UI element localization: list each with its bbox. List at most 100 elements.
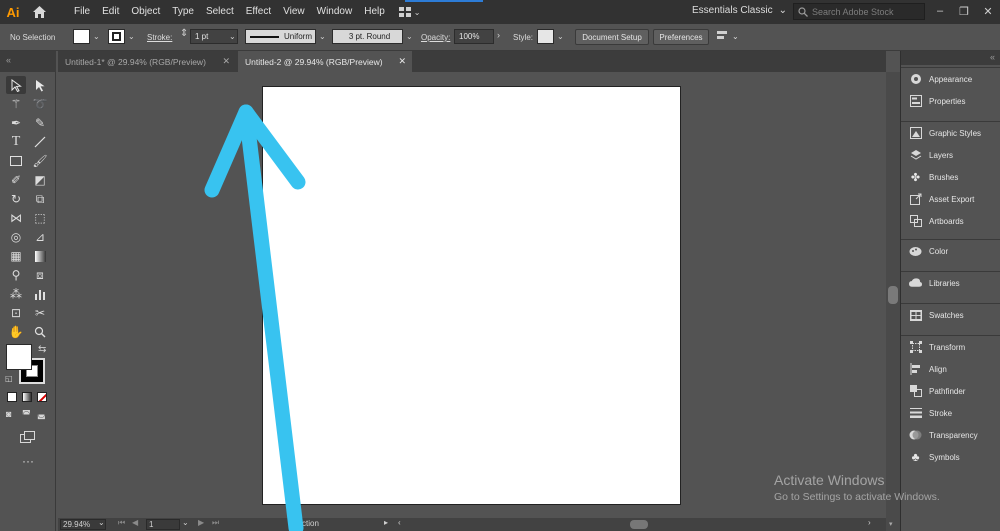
draw-inside-icon[interactable]: ◛ (37, 409, 46, 420)
home-icon[interactable] (26, 0, 52, 24)
fill-color-front[interactable] (6, 344, 32, 370)
maximize-button[interactable]: ❐ (952, 0, 976, 22)
menu-view[interactable]: View (277, 0, 311, 24)
panel-graphic-styles[interactable]: Graphic Styles (901, 122, 1000, 144)
chevron-down-icon[interactable]: ⌄ (93, 32, 100, 41)
scroll-right-icon[interactable]: › (868, 518, 871, 527)
draw-normal-icon[interactable]: ◙ (6, 409, 11, 419)
swap-colors-icon[interactable]: ⇆ (38, 344, 46, 355)
brush-definition-select[interactable]: 3 pt. Round (332, 29, 403, 44)
stroke-profile-select[interactable]: Uniform (245, 29, 316, 44)
menu-object[interactable]: Object (125, 0, 166, 24)
panel-asset-export[interactable]: Asset Export (901, 188, 1000, 210)
opacity-label[interactable]: Opacity: (421, 33, 450, 42)
graphic-style-swatch[interactable] (537, 29, 554, 44)
chevron-down-icon[interactable]: ⌄ (98, 518, 105, 527)
artboard[interactable] (262, 86, 681, 505)
panel-transparency[interactable]: Transparency (901, 424, 1000, 446)
chevron-right-icon[interactable]: › (497, 30, 500, 40)
width-tool-icon[interactable]: ⋈ (6, 209, 26, 227)
minimize-button[interactable]: – (928, 0, 952, 22)
preferences-button[interactable]: Preferences (653, 29, 709, 45)
expand-panels-icon[interactable]: « (990, 52, 995, 62)
menu-help[interactable]: Help (358, 0, 391, 24)
type-tool-icon[interactable]: T (6, 133, 26, 151)
lasso-tool-icon[interactable]: ➰ (30, 95, 50, 113)
chevron-down-icon[interactable]: ⌄ (128, 32, 135, 41)
edit-toolbar-icon[interactable]: ··· (18, 452, 38, 470)
first-artboard-icon[interactable]: ⏮ (118, 518, 125, 528)
rectangle-tool-icon[interactable] (6, 152, 26, 170)
previous-artboard-icon[interactable]: ◀ (132, 518, 138, 527)
free-transform-tool-icon[interactable]: ⬚ (30, 209, 50, 227)
workspace-switcher[interactable]: Essentials Classic ⌄ (692, 0, 787, 22)
curvature-tool-icon[interactable]: ✎ (30, 114, 50, 132)
opacity-field[interactable]: 100% (454, 29, 494, 44)
menu-effect[interactable]: Effect (240, 0, 277, 24)
default-colors-icon[interactable]: ◱ (5, 374, 13, 383)
chevron-down-icon[interactable]: ⌄ (182, 518, 189, 527)
artboard-number-field[interactable]: 1 (146, 519, 180, 530)
stroke-swatch[interactable] (108, 29, 125, 44)
scroll-down-icon[interactable]: ▾ (889, 520, 893, 528)
column-graph-tool-icon[interactable] (30, 285, 50, 303)
panel-swatches[interactable]: Swatches (901, 304, 1000, 326)
pen-tool-icon[interactable]: ✒ (6, 114, 26, 132)
panel-appearance[interactable]: Appearance (901, 68, 1000, 90)
close-button[interactable]: ✕ (976, 0, 1000, 22)
color-mode-icon[interactable] (7, 392, 17, 402)
tab-untitled-2[interactable]: Untitled-2 @ 29.94% (RGB/Preview) ✕ (238, 51, 412, 72)
vertical-scrollbar[interactable]: ▾ (886, 72, 900, 531)
draw-behind-icon[interactable]: ◚ (22, 409, 31, 420)
canvas-area[interactable] (58, 72, 886, 518)
collapse-icon[interactable]: « (6, 55, 11, 65)
paintbrush-tool-icon[interactable]: 🖌 (30, 152, 50, 170)
arrange-align-menu[interactable]: ⌄ (717, 30, 739, 42)
stepper-icon[interactable]: ⇕ (180, 28, 188, 39)
panel-layers[interactable]: Layers (901, 144, 1000, 166)
toolbar-header[interactable]: « (0, 51, 56, 72)
panel-artboards[interactable]: Artboards (901, 210, 1000, 232)
gradient-tool-icon[interactable] (30, 247, 50, 265)
horizontal-scroll-thumb[interactable] (630, 520, 648, 529)
slice-tool-icon[interactable]: ✂ (30, 304, 50, 322)
magic-wand-tool-icon[interactable]: ⚚ (6, 95, 26, 113)
panel-brushes[interactable]: ✤ Brushes (901, 166, 1000, 188)
close-icon[interactable]: ✕ (398, 56, 406, 67)
panel-properties[interactable]: Properties (901, 90, 1000, 112)
chevron-down-icon[interactable]: ⌄ (229, 32, 236, 41)
chevron-down-icon[interactable]: ⌄ (557, 32, 564, 41)
stock-search-field[interactable]: Search Adobe Stock (793, 3, 925, 20)
panel-symbols[interactable]: ♣ Symbols (901, 446, 1000, 468)
menu-select[interactable]: Select (200, 0, 240, 24)
scroll-left-icon[interactable]: ‹ (398, 518, 401, 527)
menu-type[interactable]: Type (166, 0, 200, 24)
last-artboard-icon[interactable]: ⏭ (212, 518, 219, 528)
artboard-tool-icon[interactable]: ⊡ (6, 304, 26, 322)
hand-tool-icon[interactable]: ✋ (6, 323, 26, 341)
chevron-down-icon[interactable]: ⌄ (406, 32, 413, 41)
menu-window[interactable]: Window (311, 0, 359, 24)
mesh-tool-icon[interactable]: ▦ (6, 247, 26, 265)
document-setup-button[interactable]: Document Setup (575, 29, 649, 45)
tab-untitled-1[interactable]: Untitled-1* @ 29.94% (RGB/Preview) ✕ (58, 51, 236, 72)
eraser-tool-icon[interactable]: ◩ (30, 171, 50, 189)
panel-dock-header[interactable]: « (901, 51, 1000, 65)
fill-swatch[interactable] (73, 29, 90, 44)
panel-align[interactable]: Align (901, 358, 1000, 380)
panel-color[interactable]: Color (901, 240, 1000, 262)
screen-mode-icon[interactable] (18, 428, 38, 446)
scrollbar-thumb[interactable] (888, 286, 898, 304)
stroke-label[interactable]: Stroke: (147, 33, 172, 42)
panel-transform[interactable]: Transform (901, 336, 1000, 358)
scale-tool-icon[interactable]: ⧉ (30, 190, 50, 208)
close-icon[interactable]: ✕ (222, 56, 230, 67)
perspective-grid-tool-icon[interactable]: ⊿ (30, 228, 50, 246)
arrange-documents-button[interactable]: ⌄ (398, 7, 421, 17)
shape-builder-tool-icon[interactable]: ◎ (6, 228, 26, 246)
panel-libraries[interactable]: Libraries (901, 272, 1000, 294)
direct-selection-tool-icon[interactable] (30, 76, 50, 94)
none-mode-icon[interactable] (37, 392, 47, 402)
symbol-sprayer-tool-icon[interactable]: ⁂ (6, 285, 26, 303)
zoom-tool-icon[interactable] (30, 323, 50, 341)
